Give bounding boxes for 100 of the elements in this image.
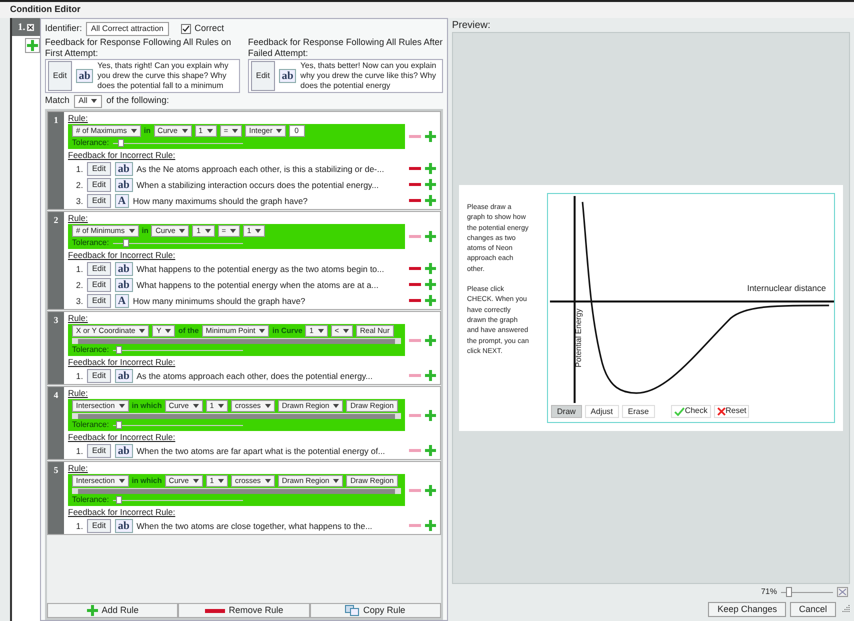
item-number: 1. (76, 370, 84, 380)
edit-button[interactable]: Edit (87, 368, 111, 382)
caret-icon (264, 404, 271, 408)
caret-icon (218, 404, 224, 408)
horizontal-scrollbar[interactable] (72, 413, 401, 419)
horizontal-scrollbar[interactable] (72, 488, 401, 494)
action-button[interactable]: Check (670, 404, 710, 418)
caret-icon (264, 479, 271, 483)
close-icon[interactable] (27, 24, 34, 30)
rule-label: Rule: (68, 113, 88, 123)
caret-icon (118, 479, 125, 483)
feedback-text: As the Ne atoms approach each other, is this a stabilizing or de-... (136, 164, 386, 174)
add-icon[interactable] (86, 605, 98, 616)
slider-thumb[interactable] (116, 496, 122, 504)
add-icon[interactable] (425, 295, 436, 306)
identifier-field[interactable]: All Correct attraction (86, 22, 168, 36)
text-type-icon: ab (278, 69, 296, 83)
fit-icon[interactable] (837, 587, 848, 597)
tolerance-slider[interactable] (112, 346, 243, 354)
item-number: 1. (76, 164, 84, 174)
copy-icon (345, 605, 360, 616)
tolerance-slider[interactable] (112, 421, 243, 429)
rule-label: Rule: (68, 213, 88, 223)
add-icon[interactable] (425, 231, 436, 242)
rule-label: Rule: (68, 388, 88, 398)
edit-button[interactable]: Edit (87, 294, 111, 308)
remove-icon (204, 608, 225, 612)
item-number: 1. (76, 520, 84, 530)
edit-button[interactable]: Edit (87, 178, 111, 192)
edit-button[interactable]: Edit (48, 61, 72, 91)
tool-button[interactable]: Adjust (584, 404, 619, 418)
horizontal-scrollbar[interactable] (72, 338, 401, 344)
add-icon[interactable] (425, 410, 436, 420)
footer-button[interactable]: Remove Rule (178, 603, 310, 618)
condition-tab[interactable]: 1. (12, 18, 40, 36)
caret-icon (333, 404, 340, 408)
dialog-button[interactable]: Keep Changes (708, 602, 786, 616)
edit-button[interactable]: Edit (87, 278, 111, 292)
add-icon[interactable] (425, 279, 436, 290)
slider-thumb[interactable] (123, 239, 130, 247)
edit-button[interactable]: Edit (87, 194, 111, 208)
caret-icon (255, 229, 262, 233)
add-icon[interactable] (425, 370, 436, 381)
caret-icon (218, 479, 224, 483)
footer-button[interactable]: Copy Rule (310, 603, 441, 618)
edit-button[interactable]: Edit (87, 444, 111, 458)
add-icon[interactable] (425, 484, 436, 496)
feedback-text: How many maximums should the graph have? (132, 196, 309, 206)
edit-button[interactable]: Edit (87, 262, 111, 276)
y-axis-label: Potential Energy (573, 308, 584, 370)
edit-button[interactable]: Edit (87, 162, 111, 176)
tolerance-slider[interactable] (112, 239, 243, 247)
match-dropdown[interactable]: All (74, 94, 102, 108)
tolerance-slider[interactable] (112, 496, 243, 504)
caret-icon (276, 129, 282, 133)
add-icon[interactable] (425, 263, 436, 274)
caret-icon (192, 404, 199, 408)
caret-icon (165, 329, 172, 333)
add-icon[interactable] (425, 163, 436, 174)
tolerance-label: Tolerance: (72, 138, 109, 148)
footer-button[interactable]: Add Rule (47, 603, 178, 618)
slider-thumb[interactable] (116, 421, 122, 429)
feedback-heading: Feedback for Incorrect Rule: (68, 250, 176, 260)
edit-button[interactable]: Edit (87, 518, 111, 532)
slider-thumb[interactable] (118, 139, 124, 147)
item-number: 2. (76, 280, 84, 290)
rule-number: 2 (54, 214, 58, 227)
caret-icon (204, 229, 211, 233)
add-icon[interactable] (425, 131, 436, 142)
add-icon[interactable] (425, 195, 436, 206)
caret-icon (139, 329, 146, 333)
feedback-text: When the two atoms are close together, what happens to the... (136, 520, 374, 530)
add-icon[interactable] (425, 179, 436, 190)
x-axis-label: Internuclear distance (747, 282, 826, 295)
dialog-button[interactable]: Cancel (790, 602, 836, 616)
action-button[interactable]: Reset (714, 404, 750, 418)
add-icon[interactable] (425, 334, 436, 346)
tolerance-slider[interactable] (112, 139, 243, 147)
caret-icon (91, 99, 98, 103)
item-number: 2. (76, 180, 84, 190)
add-icon[interactable] (425, 520, 436, 531)
condition-number: 1. (18, 20, 26, 34)
slider-thumb[interactable] (786, 587, 792, 597)
text-type-icon: ab (114, 368, 133, 382)
add-icon[interactable] (26, 40, 38, 51)
correct-checkbox[interactable] (180, 24, 190, 34)
slider-thumb[interactable] (116, 346, 122, 354)
tool-button[interactable]: Draw (551, 404, 582, 418)
tool-button[interactable]: Erase (622, 404, 655, 418)
feedback-heading: Feedback for Response Following All Rules on First Attempt: (45, 37, 232, 59)
resize-grip-icon[interactable] (840, 604, 850, 614)
close-icon (716, 406, 726, 416)
add-icon[interactable] (425, 445, 436, 456)
feedback-heading: Feedback for Incorrect Rule: (68, 432, 176, 442)
edit-button[interactable]: Edit (251, 61, 275, 91)
zoom-slider[interactable] (781, 587, 833, 597)
item-number: 1. (76, 264, 84, 274)
text-type-icon: ab (114, 178, 133, 192)
feedback-text: As the atoms approach each other, does the potential energy... (136, 370, 374, 380)
caret-icon (192, 479, 199, 483)
